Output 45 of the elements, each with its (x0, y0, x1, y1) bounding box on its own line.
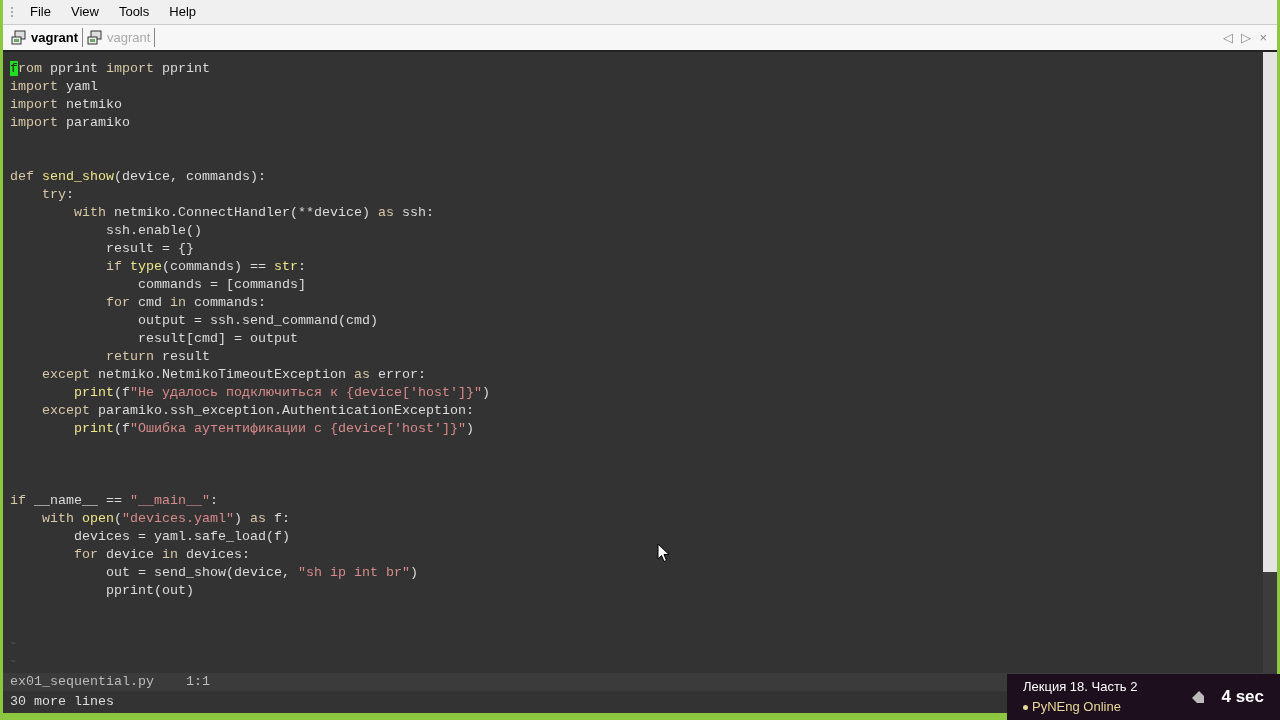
code-line: import netmiko (10, 96, 122, 114)
code-line: def send_show(device, commands): (10, 168, 266, 186)
empty-line-marker: ~ (10, 658, 16, 668)
code-line: commands = [commands] (136, 276, 306, 294)
menu-item[interactable]: Help (161, 2, 204, 22)
tab[interactable]: vagrant (7, 27, 83, 48)
channel-name: PyNEng Online (1032, 698, 1121, 716)
code-line: print(f"Ошибка аутентификации с {device['host']}") (73, 420, 474, 438)
empty-line-marker: ~ (10, 640, 16, 650)
code-line: except netmiko.NetmikoTimeoutException as error: (41, 366, 426, 384)
code-line: if type(commands) == str: (104, 258, 306, 276)
code-line: devices = yaml.safe_load(f) (73, 528, 290, 546)
code-line: for cmd in commands: (104, 294, 266, 312)
tab-control-button[interactable]: ▷ (1239, 27, 1254, 48)
menu-item[interactable]: File (22, 2, 59, 22)
menu-item[interactable]: View (62, 2, 107, 22)
code-line: output = ssh.send_command(cmd) (136, 312, 378, 330)
code-line: return result (104, 348, 210, 366)
cursor-position: 1:1 (185, 673, 210, 691)
code-line: result[cmd] = output (136, 330, 298, 348)
code-line: try: (41, 186, 74, 204)
terminal-computer-icon (86, 29, 103, 46)
code-line: out = send_show(device, "sh ip int br") (104, 564, 418, 582)
grip-icon (11, 6, 14, 18)
lecture-title: Лекция 18. Часть 2 (1023, 678, 1138, 696)
tab-control-button[interactable]: ◁ (1221, 27, 1236, 48)
status-message: 30 more lines (10, 693, 114, 711)
code-line: with open("devices.yaml") as f: (41, 510, 290, 528)
menu-item[interactable]: Tools (110, 2, 158, 22)
code-line: result = {} (104, 240, 194, 258)
code-line: if __name__ == "__main__": (10, 492, 218, 510)
code-line: pprint(out) (104, 582, 194, 600)
code-line: import yaml (10, 78, 98, 96)
code-line: import paramiko (10, 114, 130, 132)
mouse-pointer-icon (657, 543, 670, 563)
code-line: from pprint import pprint (10, 60, 210, 78)
code-line: print(f"Не удалось подключиться к {device['host']}") (73, 384, 490, 402)
elapsed-time: 4 sec (1221, 686, 1264, 709)
code-line: with netmiko.ConnectHandler(**device) as ssh: (73, 204, 434, 222)
scrollbar[interactable] (1263, 52, 1277, 673)
file-name: ex01_sequential.py (10, 673, 154, 691)
code-line: for device in devices: (73, 546, 250, 564)
terminal-computer-icon (11, 29, 27, 46)
code-line: ssh.enable() (104, 222, 202, 240)
code-line: except paramiko.ssh_exception.AuthenticationException: (41, 402, 474, 420)
